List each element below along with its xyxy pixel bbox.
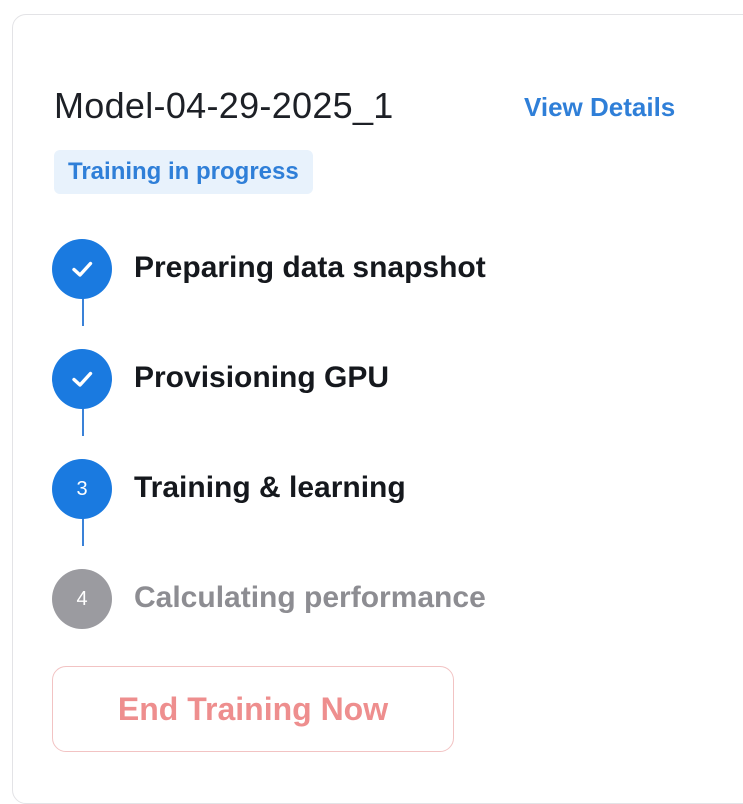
end-training-button[interactable]: End Training Now: [52, 666, 454, 752]
step-4-label: Calculating performance: [134, 581, 486, 614]
step-connector-1: [82, 296, 84, 326]
step-1-status-circle: [52, 239, 112, 299]
checkmark-icon: [72, 261, 93, 277]
step-2-label: Provisioning GPU: [134, 361, 390, 394]
step-2-status-circle: [52, 349, 112, 409]
step-connector-3: [82, 516, 84, 546]
step-3-label: Training & learning: [134, 471, 406, 504]
step-4-status-circle: 4: [52, 569, 112, 629]
step-1-label: Preparing data snapshot: [134, 251, 486, 284]
step-3-status-circle: 3: [52, 459, 112, 519]
checkmark-icon: [72, 371, 93, 387]
step-connector-2: [82, 406, 84, 436]
status-badge: Training in progress: [54, 150, 313, 194]
step-3-number: 3: [76, 477, 88, 500]
view-details-link[interactable]: View Details: [524, 90, 675, 124]
model-name-title: Model-04-29-2025_1: [54, 85, 394, 126]
step-4-number: 4: [76, 587, 88, 610]
